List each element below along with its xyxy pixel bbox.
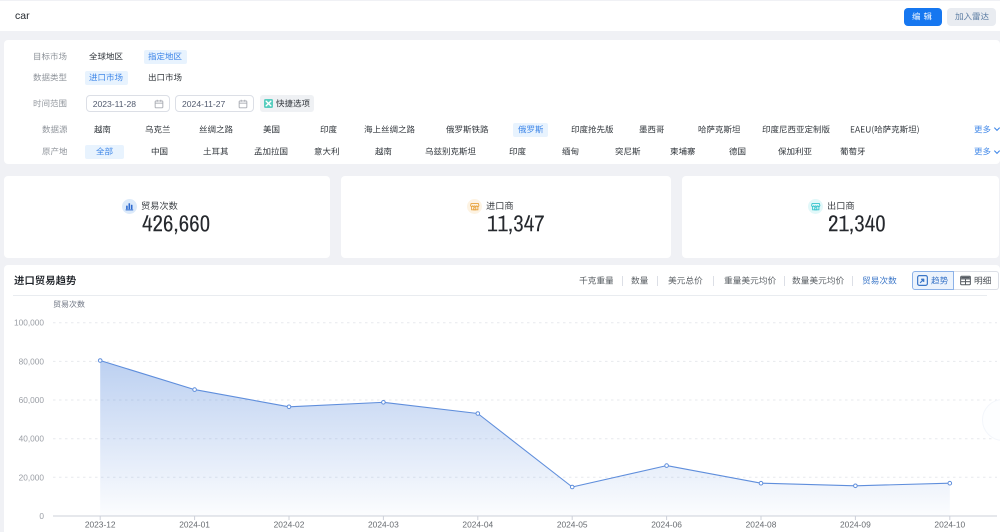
svg-text:2024-03: 2024-03 [368,520,399,530]
svg-text:2024-09: 2024-09 [840,520,871,530]
svg-text:2024-06: 2024-06 [651,520,682,530]
svg-text:40,000: 40,000 [19,434,45,444]
svg-text:60,000: 60,000 [19,395,45,405]
svg-text:80,000: 80,000 [19,356,45,366]
svg-text:2024-05: 2024-05 [557,520,588,530]
svg-text:2024-04: 2024-04 [462,520,493,530]
svg-text:20,000: 20,000 [19,472,45,482]
svg-text:100,000: 100,000 [14,318,44,328]
svg-text:2024-08: 2024-08 [746,520,777,530]
svg-text:2023-12: 2023-12 [85,520,116,530]
svg-text:0: 0 [39,511,44,521]
svg-text:2024-10: 2024-10 [934,520,965,530]
svg-text:2024-01: 2024-01 [179,520,210,530]
svg-text:2024-02: 2024-02 [274,520,305,530]
